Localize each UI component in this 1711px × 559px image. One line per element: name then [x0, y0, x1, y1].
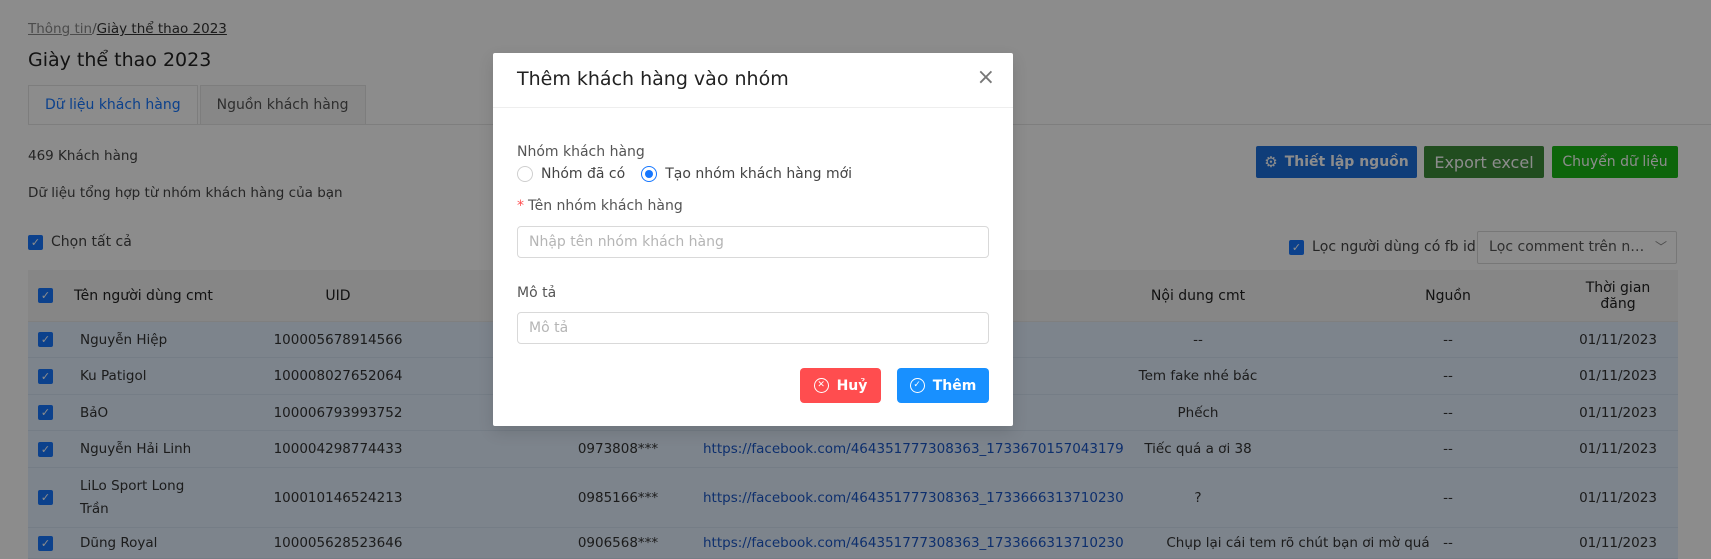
check-circle-icon: ✓ — [909, 378, 925, 393]
close-circle-icon: ✕ — [813, 378, 829, 393]
cancel-button[interactable]: ✕ Huỷ — [800, 368, 881, 403]
group-type-radio-group: Nhóm đã có Tạo nhóm khách hàng mới — [517, 166, 868, 182]
radio-new-group[interactable]: Tạo nhóm khách hàng mới — [641, 166, 852, 182]
radio-new-indicator[interactable] — [641, 166, 658, 182]
add-button[interactable]: ✓ Thêm — [897, 368, 989, 403]
description-input[interactable] — [517, 312, 989, 344]
radio-existing-label: Nhóm đã có — [541, 166, 626, 182]
modal-header: Thêm khách hàng vào nhóm × — [493, 53, 1013, 108]
cancel-button-label: Huỷ — [836, 377, 868, 394]
radio-new-label: Tạo nhóm khách hàng mới — [665, 166, 853, 182]
group-name-input[interactable] — [517, 226, 989, 258]
add-to-group-modal: Thêm khách hàng vào nhóm × Nhóm khách hà… — [493, 53, 1013, 426]
add-button-label: Thêm — [932, 377, 977, 394]
modal-title: Thêm khách hàng vào nhóm — [517, 68, 789, 90]
group-name-label-text: Tên nhóm khách hàng — [528, 198, 683, 214]
required-mark: * — [517, 198, 524, 214]
radio-existing-indicator[interactable] — [517, 166, 533, 182]
group-type-label: Nhóm khách hàng — [517, 144, 645, 160]
radio-existing-group[interactable]: Nhóm đã có — [517, 166, 625, 182]
description-label: Mô tả — [517, 285, 557, 301]
group-name-label: * Tên nhóm khách hàng — [517, 198, 683, 214]
close-icon[interactable]: × — [977, 67, 995, 89]
